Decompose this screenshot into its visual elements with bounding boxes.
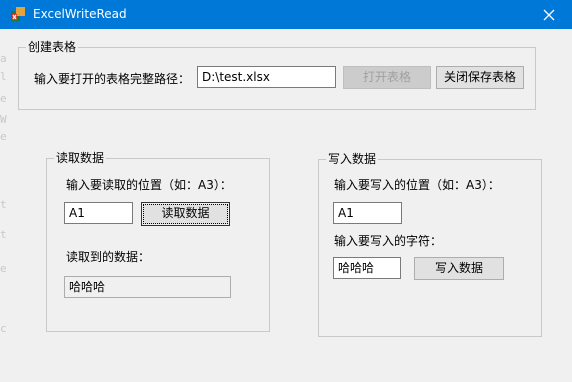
excel-app-icon xyxy=(11,7,25,21)
title-bar: ExcelWriteRead xyxy=(0,0,572,29)
read-data-button[interactable]: 读取数据 xyxy=(141,202,230,226)
path-input[interactable]: D:\test.xlsx xyxy=(197,66,336,88)
close-save-table-button[interactable]: 关闭保存表格 xyxy=(436,66,524,89)
open-table-button[interactable]: 打开表格 xyxy=(343,66,431,89)
path-label: 输入要打开的表格完整路径： xyxy=(34,72,191,86)
console-glyph: e xyxy=(0,130,7,143)
write-position-input[interactable]: A1 xyxy=(333,202,402,224)
app-window: ExcelWriteRead a l e W e t t e c 创建表格 输入… xyxy=(0,0,572,382)
console-glyph: t xyxy=(0,198,7,211)
console-glyph: e xyxy=(0,92,7,105)
read-position-input[interactable]: A1 xyxy=(64,202,133,224)
console-glyph: a xyxy=(0,52,7,65)
console-glyph: e xyxy=(0,262,7,275)
console-glyph: c xyxy=(0,322,7,335)
write-data-button[interactable]: 写入数据 xyxy=(414,257,504,280)
write-position-label: 输入要写入的位置（如：A3）： xyxy=(334,178,500,192)
write-text-label: 输入要写入的字符： xyxy=(334,234,443,248)
window-title: ExcelWriteRead xyxy=(33,7,127,21)
read-result-label: 读取到的数据： xyxy=(66,250,151,264)
write-data-group-title: 写入数据 xyxy=(326,151,379,167)
console-glyph: l xyxy=(0,70,7,83)
create-table-group-title: 创建表格 xyxy=(26,39,79,55)
close-button[interactable] xyxy=(526,0,572,29)
console-glyph: t xyxy=(0,228,7,241)
read-position-label: 输入要读取的位置（如：A3）： xyxy=(66,178,232,192)
console-glyph: W xyxy=(0,113,7,126)
read-data-group-title: 读取数据 xyxy=(54,150,107,166)
read-result-field: 哈哈哈 xyxy=(64,276,231,298)
close-icon xyxy=(543,9,555,20)
write-text-input[interactable]: 哈哈哈 xyxy=(333,257,401,279)
